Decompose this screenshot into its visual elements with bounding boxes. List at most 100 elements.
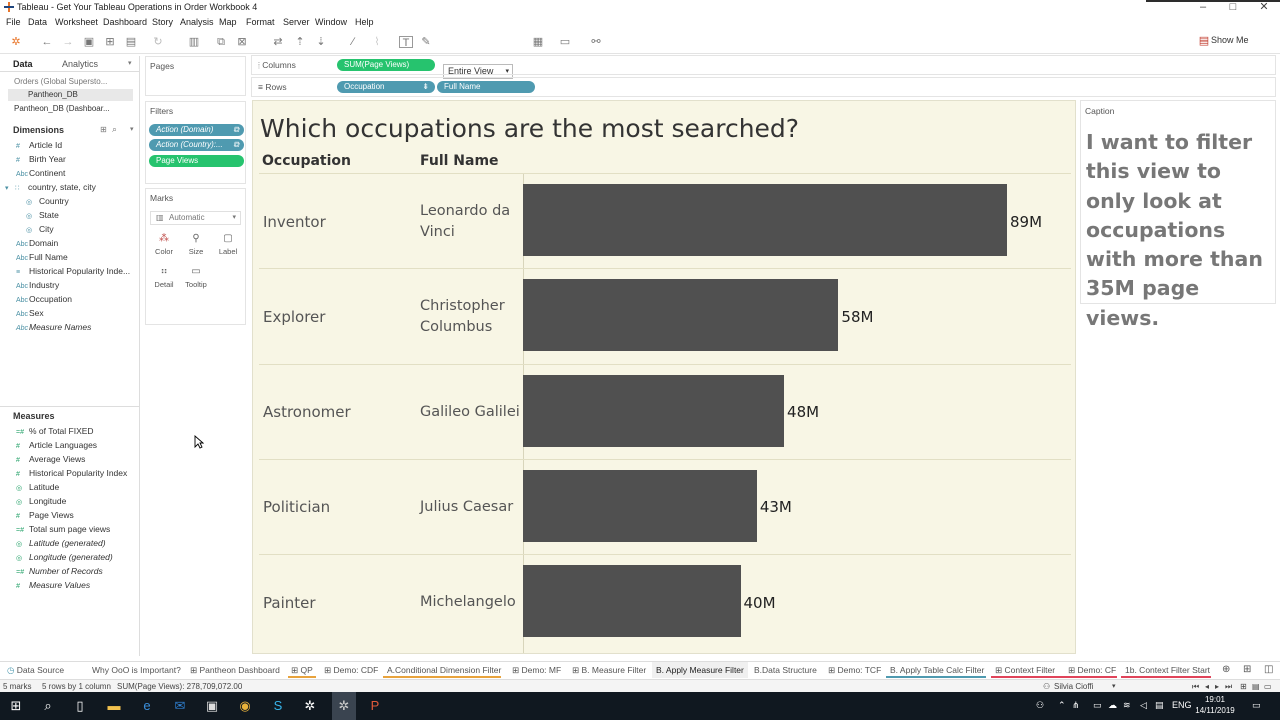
skype-icon[interactable]: S <box>269 697 287 715</box>
pin-icon[interactable]: ✎ <box>419 36 433 48</box>
header-occupation[interactable]: Occupation <box>262 153 351 169</box>
onedrive-icon[interactable]: ☁ <box>1108 700 1117 711</box>
dimension-field[interactable]: AbcOccupation <box>16 293 72 306</box>
measure-field[interactable]: =#% of Total FIXED <box>16 425 94 438</box>
new-worksheet-icon[interactable]: ▥ <box>187 36 201 48</box>
dimension-field[interactable]: ≡ Historical Popularity Inde... <box>16 265 130 278</box>
volume-icon[interactable]: ◁ <box>1140 700 1147 711</box>
pages-card[interactable]: Pages <box>145 56 246 96</box>
windows-start-icon[interactable]: ⊞ <box>7 697 25 715</box>
expand-chevron-icon[interactable]: ▾ <box>5 182 15 195</box>
dimension-field[interactable]: ◎ City <box>26 223 54 236</box>
row-full-name-label[interactable]: Christopher Columbus <box>420 269 524 364</box>
duplicate-sheet-icon[interactable]: ⧉ <box>214 36 228 48</box>
powerpoint-icon[interactable]: P <box>366 697 384 715</box>
slack-icon[interactable]: ✲ <box>301 697 319 715</box>
row-occupation-label[interactable]: Politician <box>263 460 330 555</box>
presentation-mode-icon[interactable]: ▭ <box>558 36 572 48</box>
minimize-button[interactable]: – <box>1188 0 1218 14</box>
labels-icon[interactable]: T <box>399 36 413 49</box>
outlook-icon[interactable]: ✉ <box>171 697 189 715</box>
measure-field[interactable]: ◎ Latitude (generated) <box>16 537 106 550</box>
measure-field[interactable]: ◎ Longitude <box>16 495 66 508</box>
sort-ascending-icon[interactable]: ⇡ <box>293 36 307 48</box>
measure-field[interactable]: # Measure Values <box>16 579 90 592</box>
sheet-tab[interactable]: ⊞ Demo: MF <box>508 662 565 678</box>
dimensions-chevron-icon[interactable]: ▾ <box>130 125 134 133</box>
measure-field[interactable]: =# Total sum page views <box>16 523 110 536</box>
view-options-icon[interactable]: ⊞ <box>100 125 107 134</box>
columns-pill[interactable]: SUM(Page Views) <box>337 59 435 71</box>
dimension-field[interactable]: AbcFull Name <box>16 251 68 264</box>
pause-updates-icon[interactable]: ▤ <box>124 36 138 48</box>
show-cards-icon[interactable]: ▦ <box>531 36 545 48</box>
refresh-icon[interactable]: ↻ <box>151 36 165 48</box>
notifications-icon[interactable]: ▭ <box>1252 700 1261 711</box>
measure-field[interactable]: # Article Languages <box>16 439 97 452</box>
share-icon[interactable]: ⚯ <box>589 36 603 48</box>
new-datasource-icon[interactable]: ⊞ <box>103 36 117 48</box>
close-button[interactable]: ✕ <box>1249 0 1279 14</box>
menu-dashboard[interactable]: Dashboard <box>103 14 147 30</box>
menu-map[interactable]: Map <box>219 14 237 30</box>
language-indicator[interactable]: ENG <box>1172 700 1192 710</box>
dimension-field[interactable]: AbcMeasure Names <box>16 321 91 334</box>
filters-card[interactable]: Filters Action (Domain) ⧉ Action (Country… <box>145 101 246 184</box>
tab-analytics[interactable]: Analytics <box>62 56 98 72</box>
clock[interactable]: 19:01 14/11/2019 <box>1190 694 1240 716</box>
redo-icon[interactable]: → <box>61 36 75 48</box>
tab-data[interactable]: Data <box>13 56 33 72</box>
bar-mark[interactable] <box>523 565 741 638</box>
new-story-tab-icon[interactable]: ◫ <box>1264 664 1273 675</box>
tooltip-button[interactable]: ▭ Tooltip <box>182 264 210 294</box>
highlight-icon[interactable]: ∕ <box>346 36 360 48</box>
datasource-item-selected[interactable]: Pantheon_DB <box>8 89 133 101</box>
file-explorer-icon[interactable]: ▬ <box>105 697 123 715</box>
label-button[interactable]: ▢ Label <box>214 231 242 261</box>
sheet-tab[interactable]: ⊞ Pantheon Dashboard <box>186 662 284 678</box>
rows-shelf[interactable]: ≡ Rows Occupation ⇟ Full Name <box>251 77 1276 97</box>
menu-window[interactable]: Window <box>315 14 347 30</box>
dimension-field[interactable]: AbcContinent <box>16 167 65 180</box>
sheet-tab-active[interactable]: B. Apply Measure Filter <box>652 662 748 678</box>
sheet-tab[interactable]: ⊞ B. Measure Filter <box>568 662 650 678</box>
row-full-name-label[interactable]: Julius Caesar <box>420 460 524 555</box>
caption-pane[interactable]: Caption I want to filter this view to on… <box>1080 100 1276 330</box>
menu-analysis[interactable]: Analysis <box>180 14 214 30</box>
datasource-item[interactable]: Orders (Global Supersto... <box>14 76 134 88</box>
color-button[interactable]: ⁂ Color <box>150 231 178 261</box>
dimension-field[interactable]: AbcDomain <box>16 237 58 250</box>
undo-icon[interactable]: ← <box>40 36 54 48</box>
store-icon[interactable]: ▣ <box>203 697 221 715</box>
network-icon[interactable]: ⋔ <box>1072 700 1080 711</box>
menu-data[interactable]: Data <box>28 14 47 30</box>
filter-pill[interactable]: Page Views <box>149 155 244 167</box>
row-occupation-label[interactable]: Astronomer <box>263 365 351 460</box>
chrome-icon[interactable]: ◉ <box>236 697 254 715</box>
sheet-tab[interactable]: Why OoO is Important? <box>88 662 185 678</box>
bar-mark[interactable] <box>523 374 785 447</box>
measure-field[interactable]: ◎ Latitude <box>16 481 59 494</box>
worksheet-view[interactable]: Which occupations are the most searched?… <box>252 100 1076 654</box>
menu-worksheet[interactable]: Worksheet <box>55 14 98 30</box>
search-icon[interactable]: ⌕ <box>112 124 117 135</box>
menu-file[interactable]: File <box>6 14 21 30</box>
save-icon[interactable]: ▣ <box>82 36 96 48</box>
pane-menu-chevron-icon[interactable]: ▾ <box>128 59 132 67</box>
header-full-name[interactable]: Full Name <box>420 153 499 169</box>
bar-mark[interactable] <box>523 469 757 542</box>
menu-format[interactable]: Format <box>246 14 275 30</box>
tableau-logo-icon[interactable]: ✲ <box>9 36 23 48</box>
filter-pill[interactable]: Action (Domain) ⧉ <box>149 124 244 136</box>
tab-data-source[interactable]: ◷ Data Source <box>3 662 68 678</box>
dimension-field[interactable]: ◎ State <box>26 209 59 222</box>
sort-descending-icon[interactable]: ⇣ <box>314 36 328 48</box>
row-full-name-label[interactable]: Leonardo da Vinci <box>420 174 524 269</box>
show-me-button[interactable]: Show Me <box>1211 35 1249 45</box>
rows-pill-full-name[interactable]: Full Name <box>437 81 535 93</box>
columns-shelf[interactable]: ⦙ Columns SUM(Page Views) <box>251 55 1276 75</box>
row-occupation-label[interactable]: Inventor <box>263 174 326 269</box>
measure-field[interactable]: =# Number of Records <box>16 565 103 578</box>
task-view-icon[interactable]: ▯ <box>71 697 89 715</box>
size-button[interactable]: ⚲ Size <box>182 231 210 261</box>
